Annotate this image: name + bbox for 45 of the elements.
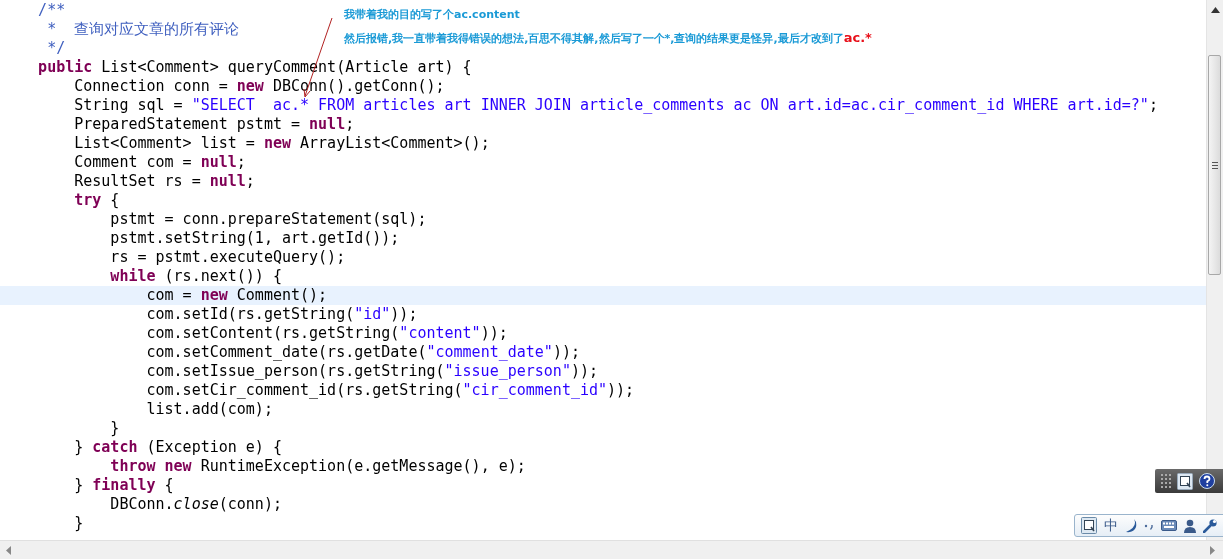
- code-line: }: [110, 419, 120, 438]
- code-line: PreparedStatement pstmt = null;: [74, 115, 355, 134]
- code-line: throw new RuntimeException(e.getMessage(), e);: [110, 457, 526, 476]
- horizontal-scrollbar[interactable]: [0, 540, 1223, 559]
- code-line: com.setIssue_person(rs.getString("issue_person"));: [146, 362, 599, 381]
- code-line: Connection conn = new DBConn().getConn();: [74, 77, 445, 96]
- ime-logo-icon[interactable]: [1081, 517, 1097, 534]
- scroll-up-icon[interactable]: [1211, 7, 1220, 13]
- wrench-icon[interactable]: [1203, 518, 1217, 533]
- scroll-right-icon[interactable]: [1210, 546, 1215, 555]
- code-line: rs = pstmt.executeQuery();: [110, 248, 346, 267]
- code-line: com = new Comment();: [146, 286, 328, 305]
- code-line: while (rs.next()) {: [110, 267, 282, 286]
- code-line: Comment com = null;: [74, 153, 246, 172]
- scroll-left-icon[interactable]: [6, 546, 11, 555]
- code-line: List<Comment> list = new ArrayList<Comment>();: [74, 134, 490, 153]
- code-line: * 查询对应文章的所有评论: [47, 20, 240, 39]
- code-line: pstmt.setString(1, art.getId());: [110, 229, 400, 248]
- code-line: public List<Comment> queryComment(Article art) {: [38, 58, 472, 77]
- annotation-text: 我带着我的目的写了个ac.content: [344, 7, 521, 22]
- code-line: */: [47, 39, 66, 58]
- code-line: com.setId(rs.getString("id"));: [146, 305, 418, 324]
- moon-icon[interactable]: [1125, 518, 1137, 533]
- code-line: com.setContent(rs.getString("content"));: [146, 324, 508, 343]
- code-line: list.add(com);: [146, 400, 273, 419]
- code-line: String sql = "SELECT ac.* FROM articles art INNER JOIN article_comments ac ON art.id=ac.cir_comment_id WHERE art.id=?";: [74, 96, 1158, 115]
- code-line: com.setCir_comment_id(rs.getString("cir_comment_id"));: [146, 381, 635, 400]
- code-line: DBConn.close(conn);: [110, 495, 282, 514]
- code-line: com.setComment_date(rs.getDate("comment_date"));: [146, 343, 580, 362]
- keyboard-icon[interactable]: [1161, 520, 1177, 531]
- ime-logo-icon[interactable]: [1177, 472, 1193, 490]
- grip-icon[interactable]: [1161, 474, 1171, 488]
- code-line: }: [74, 514, 84, 533]
- vertical-scrollbar[interactable]: [1206, 0, 1223, 540]
- code-line: ResultSet rs = null;: [74, 172, 255, 191]
- code-line: try {: [74, 191, 120, 210]
- annotation-text: 然后报错,我一直带着我得错误的想法,百思不得其解,然后写了一个*,查询的结果更是怪异,最后才改到了ac.*: [344, 30, 872, 46]
- code-line: } finally {: [74, 476, 174, 495]
- person-icon[interactable]: [1184, 518, 1196, 533]
- code-line: pstmt = conn.prepareStatement(sql);: [110, 210, 427, 229]
- scrollbar-thumb[interactable]: [1208, 55, 1221, 275]
- code-line: } catch (Exception e) {: [74, 438, 282, 457]
- help-icon[interactable]: [1199, 473, 1215, 489]
- input-mode-toggle[interactable]: 中: [1104, 517, 1118, 534]
- code-line: /**: [38, 1, 66, 20]
